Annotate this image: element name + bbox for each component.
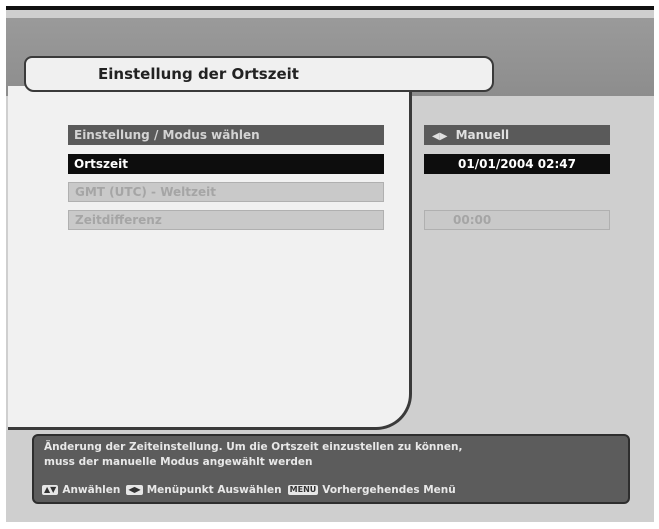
time-offset-value: 00:00 — [424, 210, 610, 230]
menu-item-mode-label: Einstellung / Modus wählen — [74, 128, 260, 142]
menu-item-local-time[interactable]: Ortszeit — [68, 154, 384, 174]
mode-value[interactable]: ◀▶ Manuell — [424, 125, 610, 145]
up-down-arrows-icon: ▲▼ — [42, 485, 59, 495]
left-right-arrows-icon: ◀▶ — [432, 131, 448, 142]
menu-key-icon: MENU — [287, 485, 319, 495]
menu-item-gmt: GMT (UTC) - Weltzeit — [68, 182, 384, 202]
key-legend: ▲▼ Anwählen ◀▶ Menüpunkt Auswählen MENU … — [42, 484, 462, 496]
title-tab: Einstellung der Ortszeit — [24, 56, 494, 92]
menu-item-gmt-label: GMT (UTC) - Weltzeit — [75, 185, 216, 199]
left-right-arrows-icon: ◀▶ — [126, 485, 143, 495]
mode-value-text: Manuell — [455, 128, 510, 142]
legend-back-label: Vorhergehendes Menü — [322, 484, 456, 496]
local-time-value[interactable]: 01/01/2004 02:47 — [424, 154, 610, 174]
help-text-line-2: muss der manuelle Modus angewählt werden — [44, 456, 313, 468]
menu-item-local-time-label: Ortszeit — [74, 157, 128, 171]
tv-osd-screen: Einstellung der Ortszeit Einstellung / M… — [6, 6, 654, 522]
menu-item-time-offset: Zeitdifferenz — [68, 210, 384, 230]
help-panel: Änderung der Zeiteinstellung. Um die Ort… — [32, 434, 630, 504]
menu-item-mode[interactable]: Einstellung / Modus wählen — [68, 125, 384, 145]
help-text-line-1: Änderung der Zeiteinstellung. Um die Ort… — [44, 441, 463, 453]
local-time-value-text: 01/01/2004 02:47 — [458, 157, 576, 171]
legend-select-label: Anwählen — [62, 484, 121, 496]
time-offset-value-text: 00:00 — [453, 213, 492, 227]
legend-menu-label: Menüpunkt Auswählen — [146, 484, 282, 496]
page-title: Einstellung der Ortszeit — [98, 65, 299, 83]
menu-item-time-offset-label: Zeitdifferenz — [75, 213, 162, 227]
